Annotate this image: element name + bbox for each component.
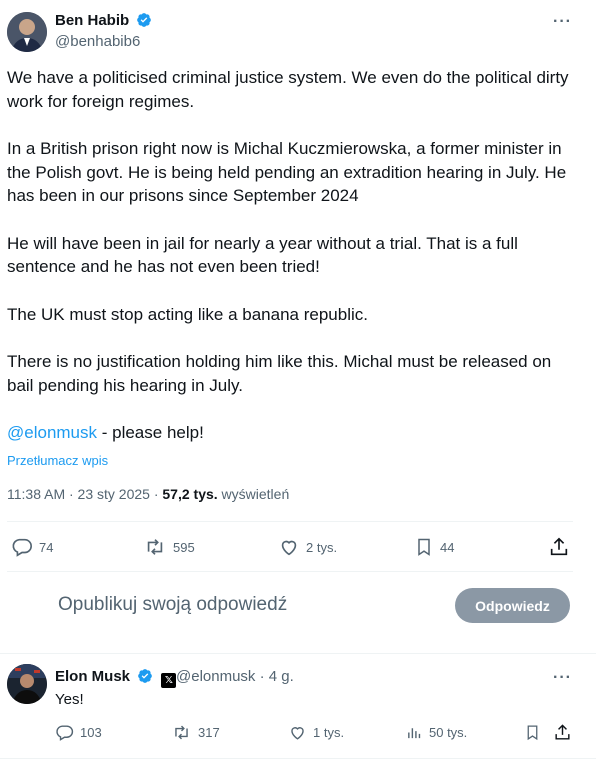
reply-icon — [56, 725, 74, 741]
share-action[interactable] — [548, 536, 570, 558]
mention-suffix: - please help! — [97, 423, 204, 442]
reply-reply-action[interactable]: 103 — [55, 723, 102, 742]
post-meta: 11:38 AM · 23 sty 2025 · 57,2 tys. wyświ… — [7, 486, 289, 502]
post-paragraph: In a British prison right now is Michal … — [7, 139, 567, 205]
like-icon — [291, 727, 304, 740]
like-count: 1 tys. — [313, 725, 345, 740]
reply-author-name-text: Elon Musk — [55, 668, 131, 685]
share-icon — [555, 724, 570, 740]
divider — [7, 521, 573, 522]
repost-action[interactable]: 595 — [143, 536, 195, 558]
reply-count: 103 — [80, 725, 102, 740]
bookmark-count: 44 — [440, 539, 455, 555]
reply-text: Yes! — [55, 691, 84, 708]
repost-count: 317 — [198, 725, 220, 740]
reply-views-action[interactable]: 50 tys. — [406, 723, 467, 742]
author-name-text: Ben Habib — [55, 12, 130, 29]
views-label: wyświetleń — [217, 486, 290, 502]
reply-share-action[interactable] — [553, 723, 572, 742]
views-count: 50 tys. — [429, 725, 468, 740]
reply-bookmark-action[interactable] — [524, 723, 541, 742]
divider — [7, 571, 573, 572]
more-icon[interactable]: ··· — [553, 13, 572, 31]
reply-icon — [12, 538, 32, 557]
reply-author-avatar[interactable] — [7, 664, 47, 704]
post-paragraph: The UK must stop acting like a banana re… — [7, 304, 368, 324]
reply-action[interactable]: 74 — [11, 536, 53, 558]
divider — [0, 758, 596, 759]
post-mention-line: @elonmusk - please help! — [7, 421, 582, 445]
verified-badge-icon — [136, 12, 152, 32]
author-avatar[interactable] — [7, 12, 47, 52]
translate-link[interactable]: Przetłumacz wpis — [7, 453, 108, 468]
bookmark-icon — [527, 725, 538, 741]
post-paragraph: He will have been in jail for nearly a y… — [7, 233, 518, 277]
share-icon — [550, 537, 568, 556]
views-icon — [408, 728, 421, 739]
reply-author-name[interactable]: Elon Musk 𝕏 — [55, 668, 177, 688]
views-count: 57,2 tys. — [162, 486, 218, 502]
post-body: We have a politicised criminal justice s… — [7, 66, 582, 469]
like-count: 2 tys. — [306, 539, 338, 555]
mention-link[interactable]: @elonmusk — [7, 423, 97, 442]
reply-repost-action[interactable]: 317 — [171, 723, 220, 742]
author-name[interactable]: Ben Habib — [55, 12, 152, 32]
reply-author-handle[interactable]: @elonmusk · 4 g. — [176, 668, 294, 685]
author-handle[interactable]: @benhabib6 — [55, 33, 140, 50]
verified-badge-icon — [137, 668, 153, 688]
bookmark-icon — [418, 538, 430, 556]
repost-icon — [147, 539, 163, 555]
reply-like-action[interactable]: 1 tys. — [288, 723, 344, 742]
post-paragraph: There is no justification holding him li… — [7, 352, 552, 395]
more-icon[interactable]: ··· — [553, 669, 572, 687]
timestamp[interactable]: 11:38 AM · 23 sty 2025 · — [7, 486, 162, 502]
like-icon — [281, 540, 297, 556]
reply-input[interactable]: Opublikuj swoją odpowiedź — [58, 594, 287, 616]
x-logo-icon: 𝕏 — [161, 673, 177, 688]
repost-count: 595 — [173, 539, 195, 555]
like-action[interactable]: 2 tys. — [278, 536, 337, 558]
divider — [0, 653, 596, 654]
bookmark-action[interactable]: 44 — [414, 536, 454, 558]
post-paragraph: We have a politicised criminal justice s… — [7, 68, 569, 111]
repost-icon — [175, 725, 188, 740]
reply-count: 74 — [39, 539, 54, 555]
reply-button[interactable]: Odpowiedz — [455, 588, 570, 623]
